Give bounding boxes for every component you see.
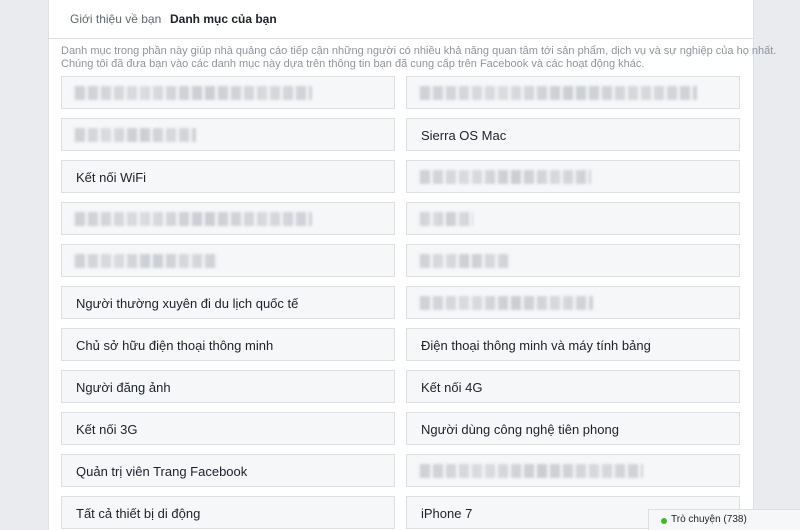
online-status-icon (661, 518, 667, 524)
category-item[interactable] (61, 76, 395, 109)
redacted-category-text (72, 86, 312, 100)
category-label: Sierra OS Mac (421, 128, 507, 143)
category-label: Kết nối 4G (421, 380, 483, 395)
category-label: Kết nối WiFi (76, 170, 147, 185)
category-item[interactable] (61, 118, 395, 151)
category-label: Người đăng ảnh (76, 380, 171, 395)
category-item[interactable]: Điện thoại thông minh và máy tính bảng (406, 328, 740, 361)
redacted-category-text (72, 128, 196, 142)
category-label: Chủ sở hữu điện thoại thông minh (76, 338, 274, 353)
category-label: iPhone 7 (421, 506, 473, 521)
redacted-category-text (72, 254, 218, 268)
category-item[interactable]: Người thường xuyên đi du lịch quốc tế (61, 286, 395, 319)
category-item[interactable]: Sierra OS Mac (406, 118, 740, 151)
category-item[interactable] (406, 244, 740, 277)
category-item[interactable]: Người đăng ảnh (61, 370, 395, 403)
category-label: Người dùng công nghệ tiên phong (421, 422, 619, 437)
category-item[interactable]: Chủ sở hữu điện thoại thông minh (61, 328, 395, 361)
category-item[interactable]: Kết nối WiFi (61, 160, 395, 193)
description-line-1: Danh mục trong phần này giúp nhà quảng c… (61, 45, 777, 57)
tab-your-categories[interactable]: Danh mục của bạn (170, 12, 277, 26)
tab-bar: Giới thiệu về bạn Danh mục của bạn (49, 0, 753, 39)
category-label: Người thường xuyên đi du lịch quốc tế (76, 296, 299, 311)
chat-bar[interactable]: Trò chuyện (738) (648, 509, 800, 530)
redacted-category-text (417, 86, 697, 100)
tab-about-you[interactable]: Giới thiệu về bạn (70, 12, 161, 26)
description-line-2: Chúng tôi đã đưa bạn vào các danh mục nà… (61, 57, 645, 70)
redacted-category-text (417, 170, 591, 184)
category-item[interactable]: Kết nối 3G (61, 412, 395, 445)
category-label: Tất cả thiết bị di động (76, 506, 201, 521)
category-label: Điện thoại thông minh và máy tính bảng (421, 338, 651, 353)
category-item[interactable] (406, 202, 740, 235)
category-item[interactable]: Quản trị viên Trang Facebook (61, 454, 395, 487)
category-item[interactable] (406, 76, 740, 109)
redacted-category-text (417, 212, 473, 226)
category-item[interactable] (406, 454, 740, 487)
category-item[interactable] (61, 244, 395, 277)
redacted-category-text (417, 464, 643, 478)
active-tab-indicator (166, 36, 270, 38)
category-item[interactable] (406, 160, 740, 193)
category-item[interactable]: Người dùng công nghệ tiên phong (406, 412, 740, 445)
category-label: Quản trị viên Trang Facebook (76, 464, 248, 479)
category-item[interactable] (406, 286, 740, 319)
redacted-category-text (72, 212, 312, 226)
redacted-category-text (417, 254, 511, 268)
categories-description: Danh mục trong phần này giúp nhà quảng c… (61, 45, 777, 70)
category-item[interactable]: Kết nối 4G (406, 370, 740, 403)
category-item[interactable] (61, 202, 395, 235)
chat-label: Trò chuyện (738) (671, 514, 747, 525)
category-item[interactable]: Tất cả thiết bị di động (61, 496, 395, 529)
categories-panel: Giới thiệu về bạn Danh mục của bạn Danh … (48, 0, 777, 530)
redacted-category-text (417, 296, 593, 310)
category-label: Kết nối 3G (76, 422, 138, 437)
